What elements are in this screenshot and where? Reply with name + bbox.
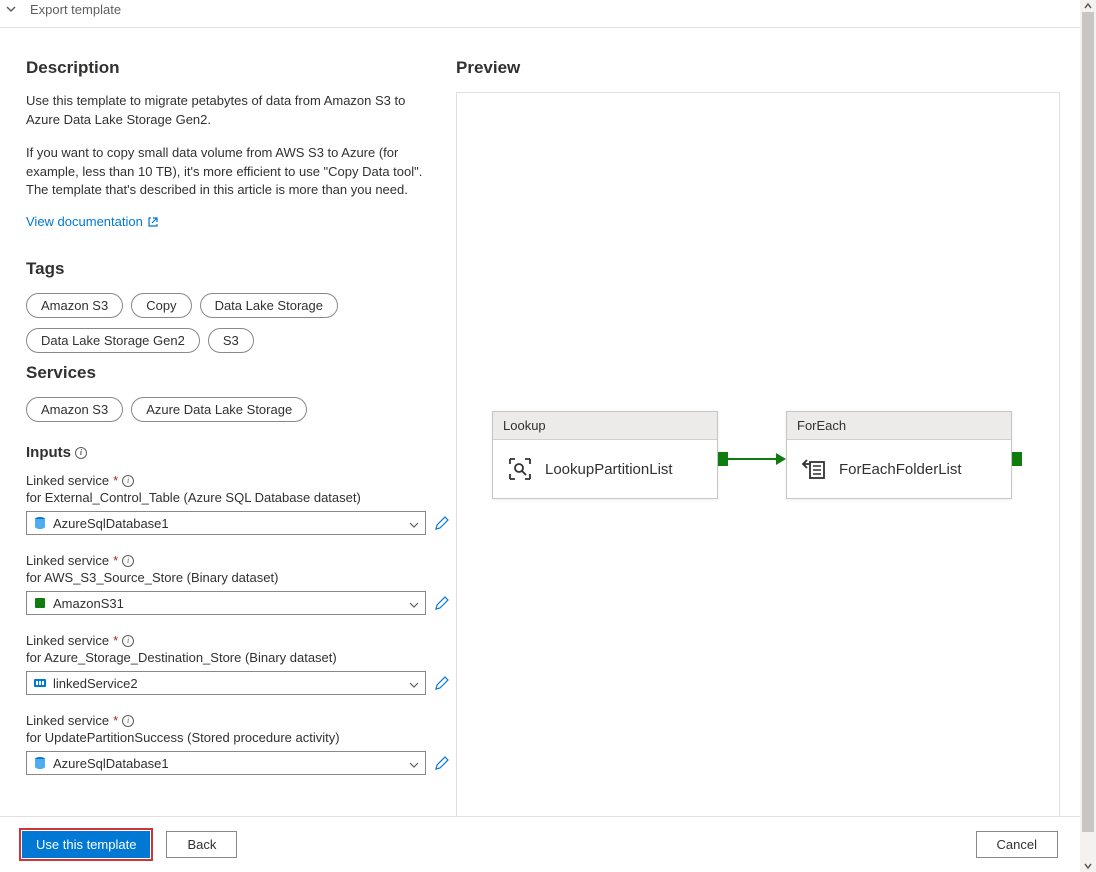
linked-service-select[interactable]: linkedService2: [26, 671, 426, 695]
preview-heading: Preview: [456, 58, 1060, 78]
description-heading: Description: [26, 58, 456, 78]
chevron-down-icon: [409, 518, 419, 528]
required-star: *: [113, 633, 118, 648]
preview-canvas[interactable]: Lookup LookupPartitionList ForEach: [456, 92, 1060, 816]
select-value: linkedService2: [53, 676, 138, 691]
services-heading: Services: [26, 363, 456, 383]
chevron-down-icon: [6, 2, 16, 12]
pipeline-node-lookup[interactable]: Lookup LookupPartitionList: [492, 411, 718, 499]
select-value: AzureSqlDatabase1: [53, 756, 169, 771]
tag-pill[interactable]: Amazon S3: [26, 293, 123, 318]
pipeline-node-foreach[interactable]: ForEach ForEachFolderList: [786, 411, 1012, 499]
node-body-text: LookupPartitionList: [545, 461, 673, 478]
amazon-s3-icon: [33, 596, 47, 610]
info-icon[interactable]: i: [122, 635, 134, 647]
select-value: AmazonS31: [53, 596, 124, 611]
chevron-down-icon: [409, 678, 419, 688]
linked-service-sublabel: for Azure_Storage_Destination_Store (Bin…: [26, 650, 456, 665]
edit-icon[interactable]: [434, 755, 450, 771]
info-icon[interactable]: i: [122, 475, 134, 487]
node-title: ForEach: [787, 412, 1011, 440]
linked-service-sublabel: for AWS_S3_Source_Store (Binary dataset): [26, 570, 456, 585]
linked-service-select[interactable]: AmazonS31: [26, 591, 426, 615]
scrollbar-thumb[interactable]: [1082, 12, 1094, 832]
connector-port[interactable]: [718, 452, 728, 466]
info-icon[interactable]: i: [75, 447, 87, 459]
scroll-down-arrow-icon[interactable]: [1080, 860, 1096, 872]
back-button[interactable]: Back: [166, 831, 237, 858]
required-star: *: [113, 713, 118, 728]
description-para2: If you want to copy small data volume fr…: [26, 144, 430, 201]
linked-service-sublabel: for UpdatePartitionSuccess (Stored proce…: [26, 730, 456, 745]
lookup-icon: [507, 456, 533, 482]
linked-service-label: Linked service * i: [26, 553, 456, 568]
service-pill[interactable]: Amazon S3: [26, 397, 123, 422]
inputs-heading: Inputs i: [26, 444, 456, 461]
edit-icon[interactable]: [434, 595, 450, 611]
select-value: AzureSqlDatabase1: [53, 516, 169, 531]
info-icon[interactable]: i: [122, 555, 134, 567]
breadcrumb-export-template[interactable]: Export template: [0, 0, 1080, 27]
tags-heading: Tags: [26, 259, 456, 279]
footer-bar: Use this template Back Cancel: [0, 816, 1080, 872]
description-para1: Use this template to migrate petabytes o…: [26, 92, 430, 130]
tag-pill[interactable]: S3: [208, 328, 254, 353]
required-star: *: [113, 473, 118, 488]
chevron-down-icon: [409, 758, 419, 768]
node-body-text: ForEachFolderList: [839, 461, 962, 478]
foreach-icon: [801, 456, 827, 482]
arrow-head-icon: [776, 453, 786, 465]
node-title: Lookup: [493, 412, 717, 440]
info-icon[interactable]: i: [122, 715, 134, 727]
view-documentation-link[interactable]: View documentation: [26, 214, 159, 229]
linked-service-select[interactable]: AzureSqlDatabase1: [26, 511, 426, 535]
edit-icon[interactable]: [434, 515, 450, 531]
adls-icon: [33, 676, 47, 690]
connector-arrow: [728, 458, 778, 460]
vertical-scrollbar[interactable]: [1080, 0, 1096, 872]
linked-service-select[interactable]: AzureSqlDatabase1: [26, 751, 426, 775]
breadcrumb-label: Export template: [30, 2, 121, 17]
sql-database-icon: [33, 516, 47, 530]
use-template-button[interactable]: Use this template: [22, 831, 150, 858]
linked-service-label: Linked service * i: [26, 633, 456, 648]
cancel-button[interactable]: Cancel: [976, 831, 1058, 858]
tag-pill[interactable]: Copy: [131, 293, 191, 318]
sql-database-icon: [33, 756, 47, 770]
chevron-down-icon: [409, 598, 419, 608]
tag-pill[interactable]: Data Lake Storage Gen2: [26, 328, 200, 353]
connector-port[interactable]: [1012, 452, 1022, 466]
linked-service-label: Linked service * i: [26, 473, 456, 488]
link-text: View documentation: [26, 214, 143, 229]
divider: [0, 27, 1080, 28]
linked-service-label: Linked service * i: [26, 713, 456, 728]
tag-pill[interactable]: Data Lake Storage: [200, 293, 338, 318]
edit-icon[interactable]: [434, 675, 450, 691]
service-pill[interactable]: Azure Data Lake Storage: [131, 397, 307, 422]
external-link-icon: [147, 216, 159, 228]
scroll-up-arrow-icon[interactable]: [1080, 0, 1096, 12]
required-star: *: [113, 553, 118, 568]
linked-service-sublabel: for External_Control_Table (Azure SQL Da…: [26, 490, 456, 505]
